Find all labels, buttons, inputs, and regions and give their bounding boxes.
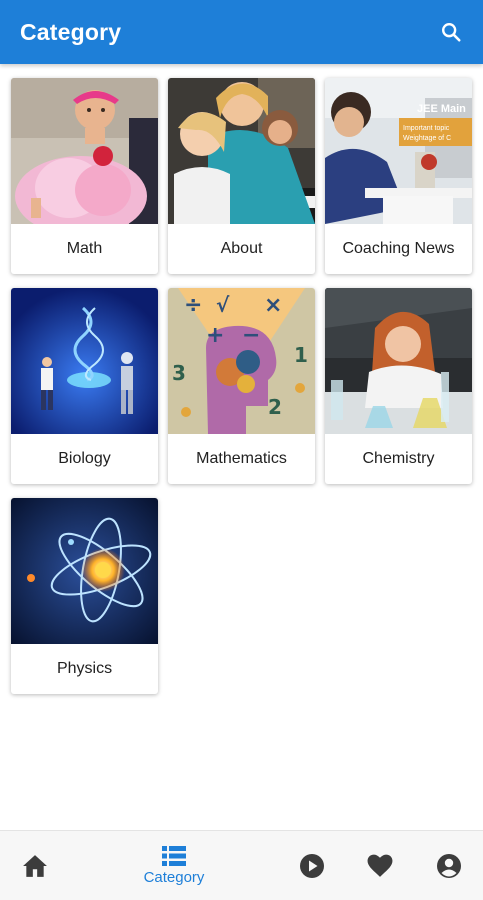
banner-line-1: JEE Main xyxy=(417,103,466,115)
category-label: Math xyxy=(66,240,103,257)
category-card-mathematics[interactable]: ÷ √ × + − 3 1 2 Mathematics xyxy=(168,288,315,484)
svg-text:3: 3 xyxy=(172,361,186,385)
category-grid: Math About JEE Main Important topic Weig… xyxy=(11,78,472,694)
category-card-about[interactable]: About xyxy=(168,78,315,274)
nav-account[interactable] xyxy=(429,831,469,900)
bottom-navigation: Category xyxy=(0,830,483,900)
svg-text:−: − xyxy=(242,323,260,348)
nav-category-label: Category xyxy=(143,869,205,886)
category-label: Chemistry xyxy=(362,450,435,467)
nav-play[interactable] xyxy=(292,831,332,900)
category-image-about xyxy=(168,78,315,224)
category-card-math[interactable]: Math xyxy=(11,78,158,274)
banner-line-2: Important topic xyxy=(403,125,450,132)
play-circle-icon xyxy=(300,854,324,878)
category-label: Mathematics xyxy=(196,450,287,467)
svg-text:×: × xyxy=(264,293,282,318)
category-label: Physics xyxy=(56,660,113,677)
nav-category[interactable]: Category xyxy=(128,831,220,900)
category-image-biology xyxy=(11,288,158,434)
nav-favorites[interactable] xyxy=(360,831,400,900)
category-card-physics[interactable]: Physics xyxy=(11,498,158,694)
category-label: About xyxy=(220,240,263,257)
category-image-mathematics: ÷ √ × + − 3 1 2 xyxy=(168,288,315,434)
category-image-chemistry xyxy=(325,288,472,434)
category-image-math xyxy=(11,78,158,224)
category-image-physics xyxy=(11,498,158,644)
account-icon xyxy=(437,854,461,878)
svg-text:÷: ÷ xyxy=(184,293,202,318)
svg-text:1: 1 xyxy=(294,343,308,367)
category-label: Biology xyxy=(58,450,111,467)
home-icon xyxy=(23,855,47,877)
list-icon xyxy=(162,846,186,866)
svg-text:√: √ xyxy=(216,293,230,317)
heart-icon xyxy=(367,854,393,877)
app-bar: Category xyxy=(0,0,483,64)
category-card-biology[interactable]: Biology xyxy=(11,288,158,484)
category-label: Coaching News xyxy=(342,240,455,257)
category-card-coaching-news[interactable]: JEE Main Important topic Weightage of C … xyxy=(325,78,472,274)
category-card-chemistry[interactable]: Chemistry xyxy=(325,288,472,484)
nav-home[interactable] xyxy=(14,831,56,900)
svg-text:+: + xyxy=(206,323,224,348)
search-icon[interactable] xyxy=(437,18,465,46)
page-title: Category xyxy=(20,18,122,45)
svg-text:2: 2 xyxy=(268,395,282,419)
category-image-coaching-news: JEE Main Important topic Weightage of C xyxy=(325,78,472,224)
banner-line-3: Weightage of C xyxy=(403,135,451,142)
